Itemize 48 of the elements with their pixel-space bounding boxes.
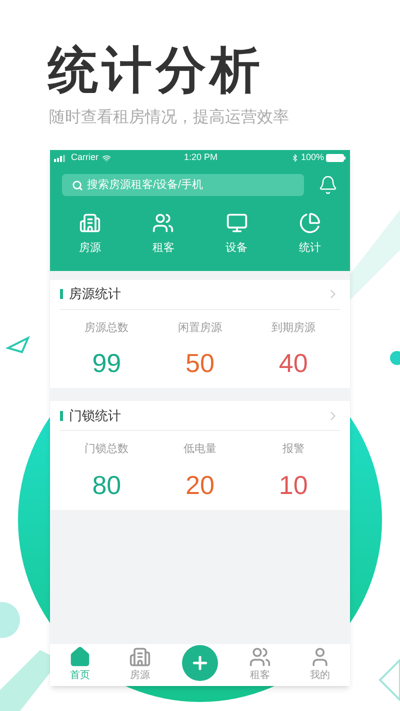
battery-icon — [326, 154, 346, 162]
accent-bar — [60, 410, 63, 420]
status-time: 1:20 PM — [184, 151, 218, 164]
shortcut-button[interactable]: 统计 — [292, 212, 328, 256]
pie-chart-icon — [298, 212, 321, 234]
building-icon — [129, 646, 151, 668]
stat-label: 闲置房源 — [178, 320, 222, 336]
signal-icon — [54, 154, 68, 162]
stat-label: 报警 — [282, 442, 304, 457]
search-icon — [72, 180, 83, 190]
tab-bar-item[interactable]: 我的 — [302, 646, 338, 683]
notification-icon[interactable] — [318, 175, 338, 195]
stat-label: 门锁总数 — [84, 442, 129, 457]
home-icon — [69, 646, 91, 668]
subtitle: 随时查看租房情况，提高运营效率 — [49, 108, 290, 128]
stat-label: 房源总数 — [84, 320, 129, 336]
bluetooth-icon — [290, 154, 299, 162]
search-placeholder: 搜索房源租客/设备/手机 — [87, 178, 204, 193]
people-icon — [152, 212, 174, 234]
stat-value: 40 — [278, 348, 308, 378]
battery-label: 100% — [300, 151, 324, 164]
tab-bar-item[interactable]: 租客 — [242, 646, 278, 683]
shortcut-button[interactable]: 租客 — [145, 212, 182, 256]
decorative-triangle — [378, 658, 400, 702]
people-icon — [249, 646, 271, 668]
stat-value: 10 — [278, 470, 308, 500]
building-icon — [79, 212, 101, 234]
section-title: 门锁统计 — [69, 406, 122, 425]
accent-bar — [60, 289, 63, 299]
tab-bar-item[interactable]: 房源 — [122, 646, 158, 683]
decorative-triangle — [5, 336, 30, 354]
plus-icon — [190, 653, 210, 673]
stat-value: 50 — [186, 348, 214, 378]
section-title: 房源统计 — [69, 285, 122, 304]
carrier-label: Carrier — [71, 151, 99, 164]
stat-label: 低电量 — [183, 442, 216, 457]
monitor-icon — [226, 212, 248, 234]
shortcut-button[interactable]: 设备 — [218, 212, 255, 256]
wifi-icon — [102, 154, 111, 162]
tab-bar-item[interactable]: 首页 — [62, 646, 98, 683]
add-button[interactable] — [182, 645, 218, 681]
headline: 统计分析 — [48, 41, 265, 100]
shortcut-button[interactable]: 房源 — [72, 212, 108, 256]
stat-value: 20 — [186, 470, 214, 500]
search-field[interactable]: 搜索房源租客/设备/手机 — [62, 174, 304, 196]
stat-value: 99 — [92, 348, 122, 378]
stat-label: 到期房源 — [271, 320, 316, 336]
stat-value: 80 — [92, 470, 122, 500]
